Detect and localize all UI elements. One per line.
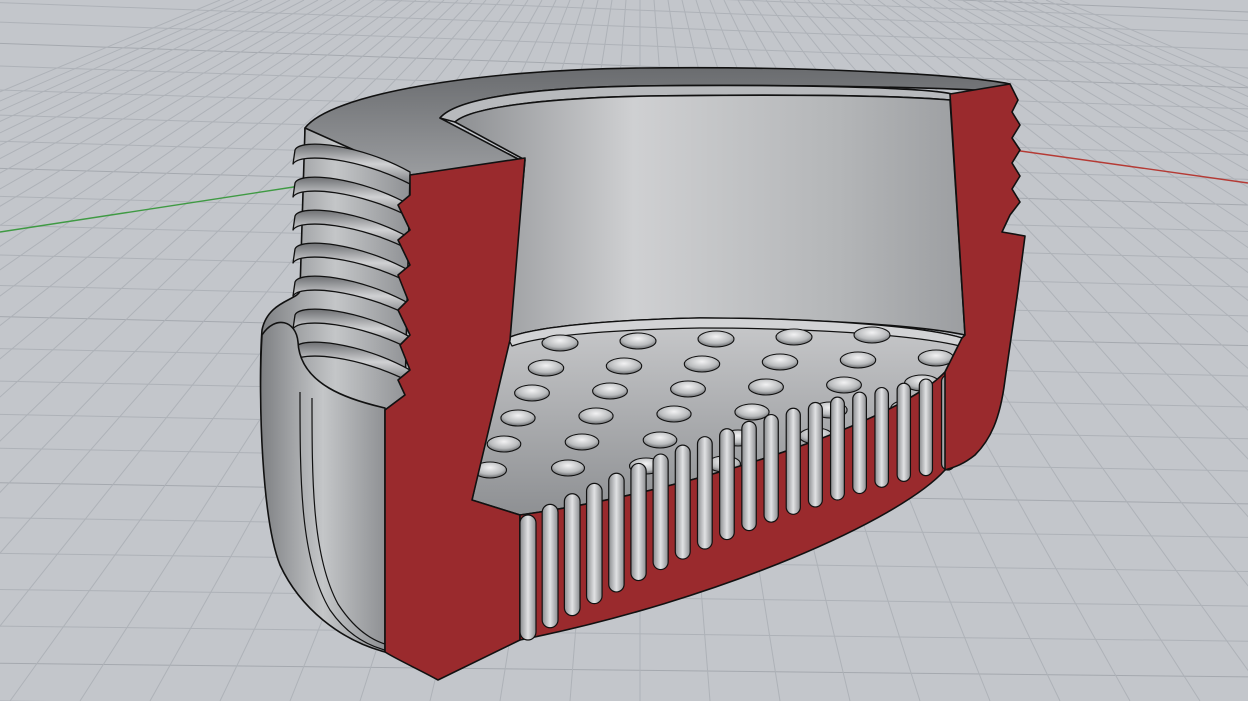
- perforation-hole: [541, 334, 579, 352]
- grid-line: [1003, 0, 1248, 119]
- grid-line: [725, 0, 1248, 22]
- perforation-hole: [564, 433, 600, 451]
- rib-groove: [763, 413, 779, 523]
- grid-line: [0, 0, 277, 134]
- perforation-hole: [853, 326, 891, 344]
- perforation-hole: [527, 359, 565, 377]
- rib-groove: [563, 493, 581, 617]
- section-cut-model[interactable]: [259, 66, 1026, 681]
- rib-groove: [741, 420, 757, 532]
- grid-line: [975, 0, 1248, 143]
- x-axis-line: [984, 145, 1248, 184]
- rib-groove: [852, 391, 867, 495]
- perforation-hole: [656, 405, 692, 423]
- grid-line: [989, 0, 1248, 130]
- perforation-hole: [748, 378, 784, 396]
- rib-groove: [785, 407, 801, 515]
- perforation-hole: [486, 435, 522, 453]
- perforation-hole: [550, 459, 586, 477]
- rib-groove: [541, 503, 559, 629]
- perforation-hole: [605, 357, 643, 375]
- perforation-hole: [697, 330, 735, 348]
- perforation-hole: [500, 409, 536, 427]
- perforation-hole: [578, 407, 614, 425]
- perforation-hole: [592, 382, 628, 400]
- rib-groove: [630, 462, 647, 582]
- grid-line: [0, 0, 291, 146]
- grid-line: [0, 0, 263, 123]
- perforation-hole: [670, 380, 706, 398]
- rib-groove: [719, 428, 735, 541]
- rib-groove: [585, 482, 603, 605]
- grid-line: [0, 662, 1248, 678]
- perforation-hole: [642, 431, 678, 449]
- rib-groove: [807, 401, 823, 508]
- rib-groove: [829, 396, 845, 501]
- y-axis-line: [0, 185, 301, 233]
- perforation-hole: [619, 332, 657, 350]
- rib-groove: [674, 444, 691, 560]
- perspective-viewport[interactable]: [0, 0, 1248, 701]
- rib-groove: [652, 453, 669, 571]
- perforation-hole: [839, 351, 877, 369]
- inner-wall-surface: [454, 94, 966, 339]
- rib-groove: [896, 382, 912, 483]
- perforation-hole: [683, 355, 721, 373]
- viewport-canvas[interactable]: [0, 0, 1248, 701]
- perforation-hole: [775, 328, 813, 346]
- rib-groove: [519, 514, 537, 641]
- perforation-hole: [734, 403, 770, 421]
- perforation-hole: [761, 353, 799, 371]
- perforation-hole: [826, 376, 862, 394]
- rib-groove: [918, 378, 934, 477]
- perforation-hole: [514, 384, 550, 402]
- rib-groove: [608, 472, 625, 593]
- rib-groove: [874, 386, 890, 488]
- rib-groove: [696, 436, 713, 550]
